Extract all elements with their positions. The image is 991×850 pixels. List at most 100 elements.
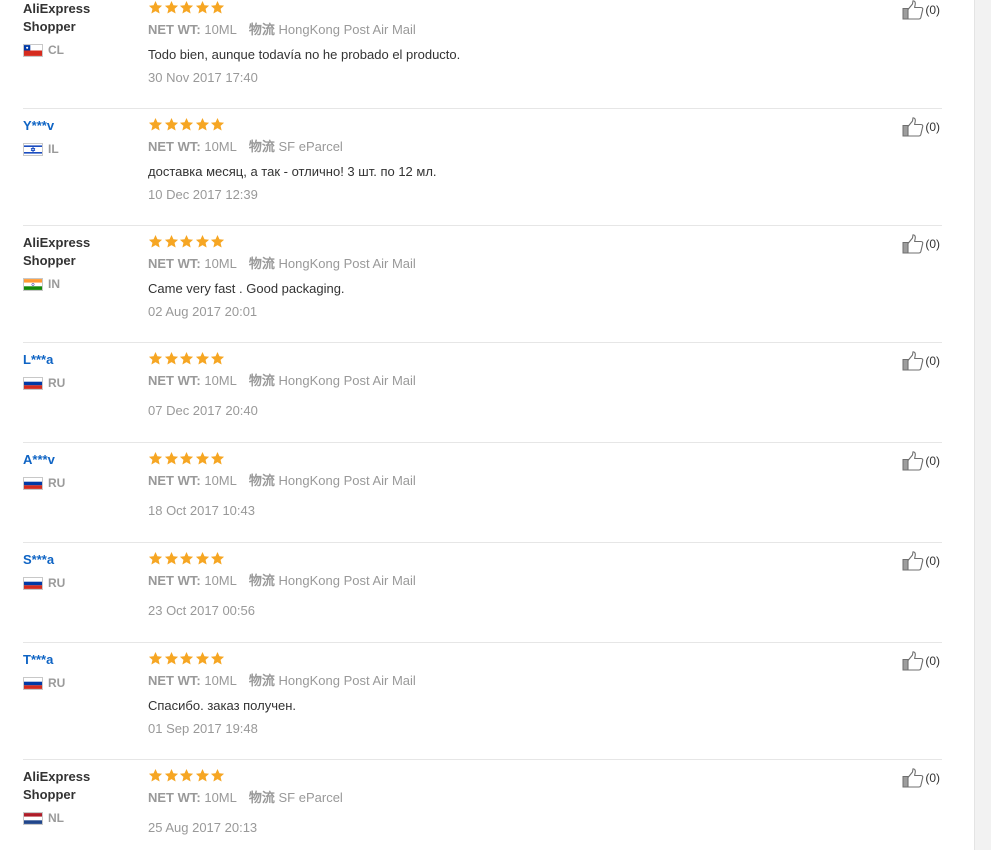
logistics-label: 物流	[248, 139, 275, 154]
star-icon	[210, 234, 225, 249]
reviewer-name[interactable]: AliExpress Shopper	[23, 0, 133, 36]
helpful-button[interactable]: (0)	[902, 451, 940, 471]
thumbs-up-icon[interactable]	[902, 0, 924, 20]
star-icon	[179, 0, 194, 15]
star-icon	[210, 451, 225, 466]
review-content: NET WT: 10ML 物流 HongKong Post Air Mail 18…	[148, 451, 848, 519]
logistics-value: HongKong Post Air Mail	[278, 22, 416, 37]
thumbs-up-icon[interactable]	[902, 234, 924, 254]
review-content: NET WT: 10ML 物流 HongKong Post Air Mail 07…	[148, 351, 848, 419]
star-rating	[148, 551, 848, 567]
flag-il-icon	[23, 142, 43, 156]
helpful-button[interactable]: (0)	[902, 0, 940, 20]
reviewer-country: IN	[23, 277, 133, 291]
star-icon	[164, 768, 179, 783]
thumbs-up-icon[interactable]	[902, 117, 924, 137]
review-item: Y***v IL NET WT: 10ML 物流 SF eParcel доста…	[23, 117, 942, 226]
reviewer-country: RU	[23, 476, 133, 490]
star-icon	[179, 117, 194, 132]
reviewer-name[interactable]: AliExpress Shopper	[23, 768, 133, 804]
review-date: 23 Oct 2017 00:56	[148, 603, 255, 618]
country-code: IN	[48, 277, 60, 291]
page-scrollbar[interactable]	[974, 0, 991, 850]
logistics-label: 物流	[248, 256, 275, 271]
thumbs-up-icon[interactable]	[902, 351, 924, 371]
helpful-button[interactable]: (0)	[902, 351, 940, 371]
reviewer-name[interactable]: L***a	[23, 351, 133, 369]
star-icon	[210, 351, 225, 366]
star-icon	[210, 651, 225, 666]
star-icon	[179, 551, 194, 566]
net-wt-label: NET WT:	[148, 473, 201, 488]
review-date: 01 Sep 2017 19:48	[148, 721, 258, 736]
flag-nl-icon	[23, 811, 43, 825]
star-icon	[148, 768, 163, 783]
flag-ru-icon	[23, 376, 43, 390]
thumbs-up-icon[interactable]	[902, 551, 924, 571]
reviewer-info: A***v RU	[23, 451, 133, 490]
reviewer-name[interactable]: A***v	[23, 451, 133, 469]
logistics-label: 物流	[248, 22, 275, 37]
logistics-value: SF eParcel	[278, 790, 343, 805]
reviewer-name[interactable]: T***a	[23, 651, 133, 669]
review-content: NET WT: 10ML 物流 SF eParcel 25 Aug 2017 20…	[148, 768, 848, 836]
reviewer-country: CL	[23, 43, 133, 57]
star-icon	[164, 0, 179, 15]
star-icon	[148, 117, 163, 132]
thumbs-up-icon[interactable]	[902, 451, 924, 471]
helpful-button[interactable]: (0)	[902, 234, 940, 254]
flag-ru-icon	[23, 476, 43, 490]
star-icon	[148, 0, 163, 15]
reviewer-info: AliExpress Shopper CL	[23, 0, 133, 57]
order-attributes: NET WT: 10ML 物流 HongKong Post Air Mail	[148, 256, 848, 272]
helpful-count: (0)	[925, 771, 940, 785]
logistics-label: 物流	[248, 790, 275, 805]
star-icon	[148, 551, 163, 566]
net-wt-label: NET WT:	[148, 373, 201, 388]
reviewer-country: RU	[23, 576, 133, 590]
net-wt-value: 10ML	[204, 373, 237, 388]
country-code: NL	[48, 811, 64, 825]
star-icon	[164, 651, 179, 666]
net-wt-label: NET WT:	[148, 673, 201, 688]
thumbs-up-icon[interactable]	[902, 768, 924, 788]
star-icon	[195, 451, 210, 466]
helpful-button[interactable]: (0)	[902, 768, 940, 788]
reviewer-info: T***a RU	[23, 651, 133, 690]
thumbs-up-icon[interactable]	[902, 651, 924, 671]
helpful-count: (0)	[925, 120, 940, 134]
star-icon	[195, 768, 210, 783]
order-attributes: NET WT: 10ML 物流 HongKong Post Air Mail	[148, 673, 848, 689]
star-icon	[179, 234, 194, 249]
review-content: NET WT: 10ML 物流 HongKong Post Air Mail To…	[148, 0, 848, 86]
helpful-count: (0)	[925, 3, 940, 17]
review-item: AliExpress Shopper IN NET WT: 10ML 物流 Hon…	[23, 234, 942, 343]
net-wt-value: 10ML	[204, 139, 237, 154]
logistics-value: HongKong Post Air Mail	[278, 673, 416, 688]
star-icon	[148, 234, 163, 249]
reviewer-country: RU	[23, 676, 133, 690]
logistics-label: 物流	[248, 373, 275, 388]
reviewer-name[interactable]: AliExpress Shopper	[23, 234, 133, 270]
logistics-value: HongKong Post Air Mail	[278, 373, 416, 388]
reviewer-info: S***a RU	[23, 551, 133, 590]
star-icon	[164, 234, 179, 249]
net-wt-label: NET WT:	[148, 573, 201, 588]
order-attributes: NET WT: 10ML 物流 HongKong Post Air Mail	[148, 22, 848, 38]
review-text: Came very fast . Good packaging.	[148, 281, 345, 296]
helpful-button[interactable]: (0)	[902, 117, 940, 137]
helpful-count: (0)	[925, 237, 940, 251]
reviewer-name[interactable]: S***a	[23, 551, 133, 569]
star-icon	[195, 0, 210, 15]
net-wt-label: NET WT:	[148, 256, 201, 271]
helpful-button[interactable]: (0)	[902, 651, 940, 671]
country-code: IL	[48, 142, 59, 156]
review-date: 18 Oct 2017 10:43	[148, 503, 255, 518]
reviewer-name[interactable]: Y***v	[23, 117, 133, 135]
helpful-count: (0)	[925, 554, 940, 568]
net-wt-value: 10ML	[204, 790, 237, 805]
helpful-button[interactable]: (0)	[902, 551, 940, 571]
star-icon	[164, 551, 179, 566]
review-item: AliExpress Shopper CL NET WT: 10ML 物流 Hon…	[23, 0, 942, 109]
star-rating	[148, 117, 848, 133]
